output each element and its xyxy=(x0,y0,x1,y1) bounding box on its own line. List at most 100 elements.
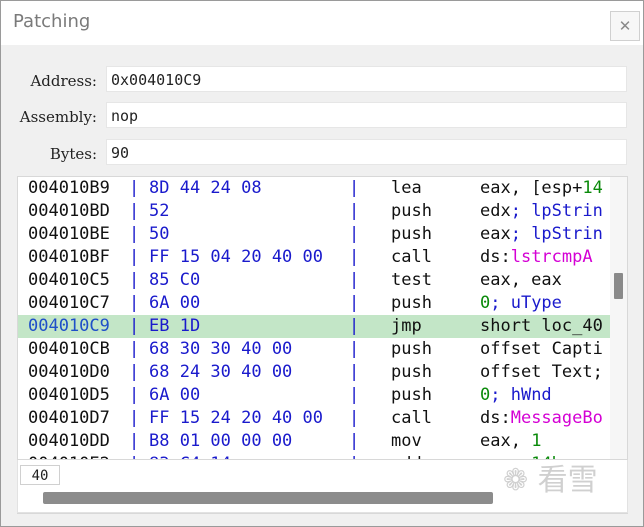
disassembly-line[interactable]: 004010BD | 52 | push edx; lpStrin xyxy=(18,200,610,223)
line-mnemonic: push xyxy=(391,385,432,405)
operand-token: MessageBo xyxy=(510,408,603,428)
column-separator: | xyxy=(349,385,360,405)
line-operands: eax, [esp+14 xyxy=(480,177,610,200)
line-bytes: B8 01 00 00 00 xyxy=(149,431,293,451)
column-separator: | xyxy=(349,408,360,428)
operand-token: ; lpStrin xyxy=(510,224,603,244)
horizontal-scroll-thumb[interactable] xyxy=(43,492,493,504)
line-mnemonic: lea xyxy=(391,178,422,198)
disassembly-line[interactable]: 004010DD | B8 01 00 00 00 | mov eax, 1 xyxy=(18,430,610,453)
line-address: 004010BE xyxy=(28,224,110,244)
line-mnemonic: jmp xyxy=(391,316,422,336)
line-mnemonic: push xyxy=(391,224,432,244)
line-operands: ds:lstrcmpA xyxy=(480,246,610,269)
column-separator: | xyxy=(129,201,140,221)
line-bytes: FF 15 24 20 40 00 xyxy=(149,408,323,428)
line-address: 004010BF xyxy=(28,247,110,267)
disassembly-line[interactable]: 004010C5 | 85 C0 | test eax, eax xyxy=(18,269,610,292)
disassembly-line[interactable]: 004010BE | 50 | push eax; lpStrin xyxy=(18,223,610,246)
line-mnemonic: push xyxy=(391,339,432,359)
operand-token: edx xyxy=(480,201,511,221)
line-bytes: FF 15 04 20 40 00 xyxy=(149,247,323,267)
assembly-input[interactable]: nop xyxy=(106,102,627,128)
disassembly-line[interactable]: 004010D7 | FF 15 24 20 40 00 | call ds:Messag… xyxy=(18,407,610,430)
column-separator: | xyxy=(129,453,139,459)
bytes-row: Bytes: 90 xyxy=(1,139,643,167)
column-separator: | xyxy=(349,247,360,267)
bytes-input[interactable]: 90 xyxy=(106,139,627,165)
address-row: Address: 0x004010C9 xyxy=(1,66,643,94)
operand-token: ; lpStrin xyxy=(510,201,603,221)
line-operands: eax, 1 xyxy=(480,430,610,453)
operand-token: 1 xyxy=(531,431,542,451)
disassembly-line[interactable]: 004010BF | FF 15 04 20 40 00 | call ds:lstrcm… xyxy=(18,246,610,269)
vertical-scrollbar[interactable] xyxy=(610,177,627,459)
line-bytes: 85 C0 xyxy=(149,270,201,290)
line-address: 004010D5 xyxy=(28,385,110,405)
disassembly-line[interactable]: 004010C7 | 6A 00 | push 0; uType xyxy=(18,292,610,315)
column-separator: | xyxy=(349,431,360,451)
line-operands: 0; hWnd xyxy=(480,384,610,407)
column-separator: | xyxy=(129,339,140,359)
line-address: 004010DD xyxy=(28,431,110,451)
line-bytes: 6A 00 xyxy=(149,293,201,313)
line-mnemonic: test xyxy=(391,270,432,290)
line-mnemonic: call xyxy=(391,247,432,267)
column-separator: | xyxy=(129,362,140,382)
line-mnemonic: push xyxy=(391,201,432,221)
title-bar[interactable]: Patching ✕ xyxy=(1,1,643,45)
disassembly-listing[interactable]: 004010B9 | 8D 44 24 08 | lea eax, [esp+14 0040… xyxy=(17,176,628,460)
column-separator: | xyxy=(349,178,360,198)
disassembly-line[interactable]: 004010CB | 68 30 30 40 00 | push offset Capti xyxy=(18,338,610,361)
line-address: 004010C9 xyxy=(28,316,110,336)
disassembly-line[interactable]: 004010B9 | 8D 44 24 08 | lea eax, [esp+14 xyxy=(18,177,610,200)
line-operands: 0; uType xyxy=(480,292,610,315)
disassembly-line[interactable]: 004010D0 | 68 24 30 40 00 | push offset Text; xyxy=(18,361,610,384)
column-separator: | xyxy=(349,339,360,359)
line-bytes: 50 xyxy=(149,224,170,244)
column-separator: | xyxy=(349,293,360,313)
operand-token: ds: xyxy=(480,247,511,267)
close-button[interactable]: ✕ xyxy=(610,11,640,41)
column-separator: | xyxy=(129,385,140,405)
line-address: 004010D7 xyxy=(28,408,110,428)
operand-token: ; hWnd xyxy=(490,385,552,405)
line-mnemonic: push xyxy=(391,362,432,382)
assembly-label: Assembly: xyxy=(19,108,97,126)
column-separator: | xyxy=(129,178,140,198)
line-bytes: 6A 00 xyxy=(149,385,201,405)
line-mnemonic: add xyxy=(391,453,471,459)
operand-token: eax, eax xyxy=(480,270,562,290)
disassembly-line[interactable]: 004010D5 | 6A 00 | push 0; hWnd xyxy=(18,384,610,407)
line-mnemonic: push xyxy=(391,293,432,313)
column-separator: | xyxy=(129,247,140,267)
line-bytes: EB 1D xyxy=(149,316,201,336)
column-separator: | xyxy=(349,316,360,336)
column-separator: | xyxy=(349,224,360,244)
operand-token: offset Capti xyxy=(480,339,603,359)
vertical-scroll-thumb[interactable] xyxy=(614,273,623,299)
operand-token: offset Text; xyxy=(480,362,603,382)
line-address: 004010C5 xyxy=(28,270,110,290)
line-bytes: 8D 44 24 08 xyxy=(149,178,262,198)
operand-token: 14 xyxy=(582,178,603,198)
operand-token: ; uType xyxy=(490,293,562,313)
line-address: 004010CB xyxy=(28,339,110,359)
address-input[interactable]: 0x004010C9 xyxy=(106,66,627,92)
column-separator: | xyxy=(129,293,140,313)
line-address: 004010D0 xyxy=(28,362,110,382)
operand-token: ds: xyxy=(480,408,511,428)
disassembly-line-selected[interactable]: 004010C9 | EB 1D | jmp short loc_40 xyxy=(18,315,610,338)
disassembly-lines: 004010B9 | 8D 44 24 08 | lea eax, [esp+14 0040… xyxy=(18,177,610,459)
operand-token: [esp+ xyxy=(531,178,583,198)
operand-token: short loc_40 xyxy=(480,316,603,336)
line-count-cell: 40 xyxy=(20,465,60,485)
column-separator: | xyxy=(129,431,140,451)
line-address: 004010B9 xyxy=(28,178,110,198)
line-mnemonic: mov xyxy=(391,431,422,451)
line-operands: eax, eax xyxy=(480,269,610,292)
line-bytes: 68 30 30 40 00 xyxy=(149,339,293,359)
column-separator: | xyxy=(349,270,360,290)
column-separator: | xyxy=(349,201,360,221)
column-separator: | xyxy=(129,270,140,290)
